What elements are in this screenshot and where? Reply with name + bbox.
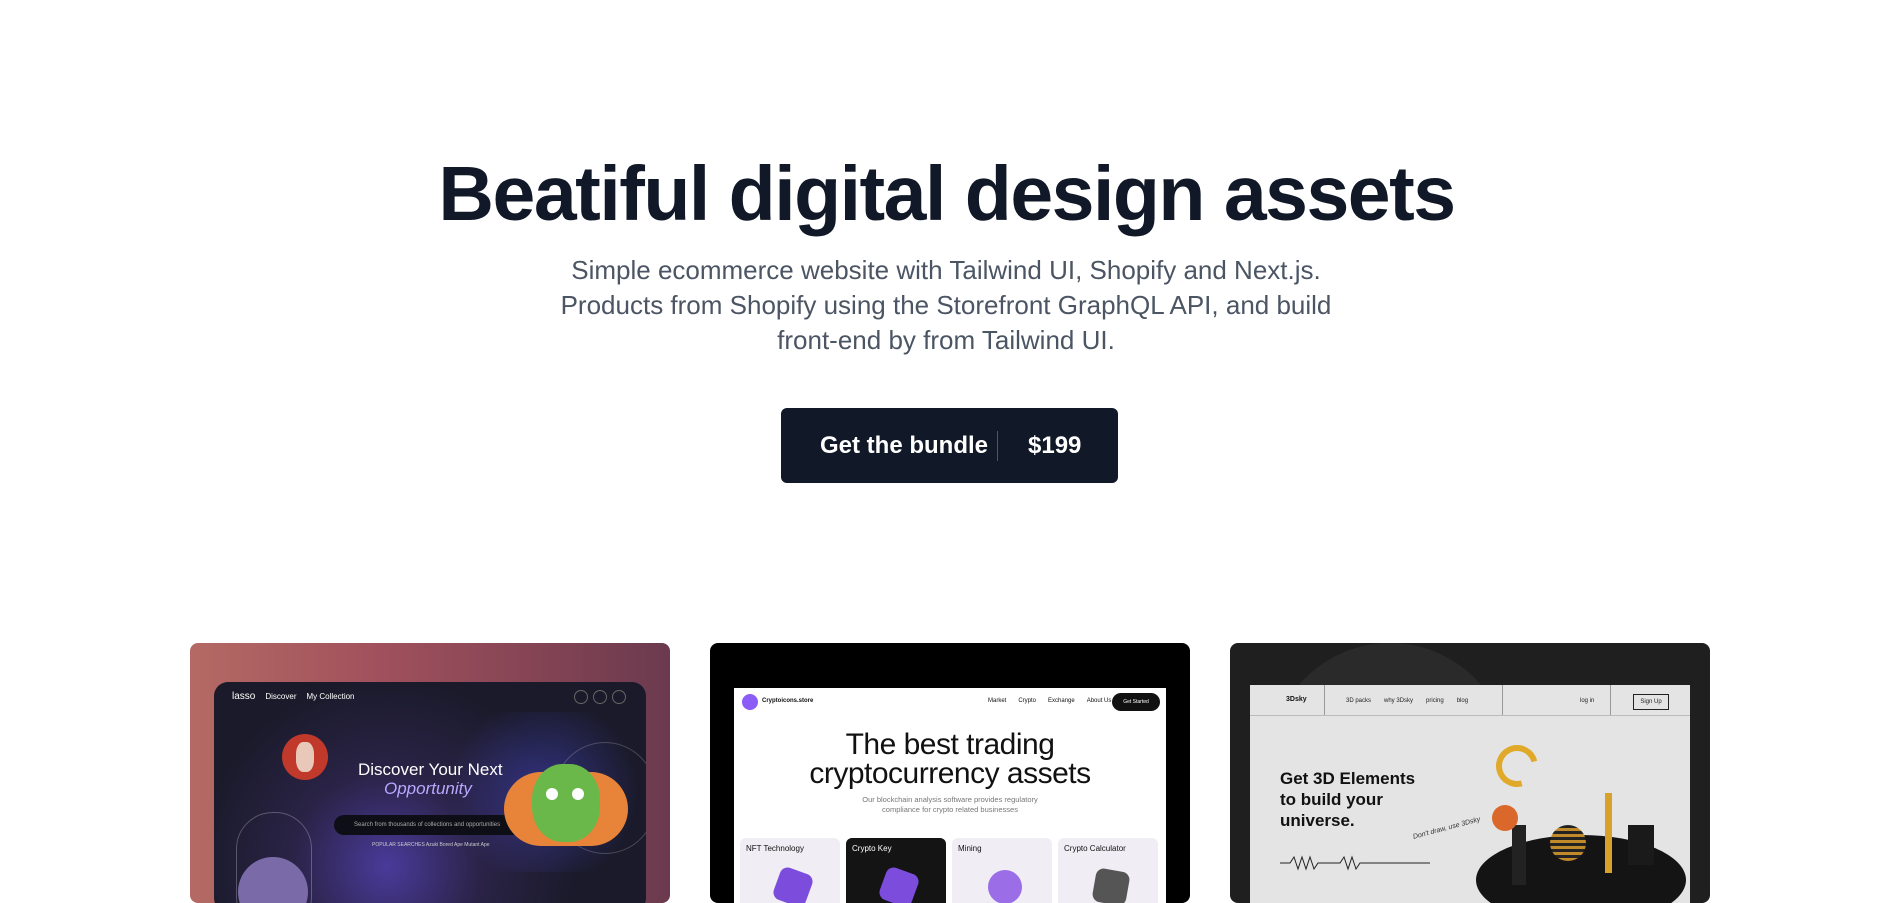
get-bundle-button[interactable]: Get the bundle $199 [781,408,1118,483]
key-icon [877,865,921,903]
nav-item: Market [988,698,1007,704]
nav-item: Discover [265,692,297,701]
hero-subtitle: Simple ecommerce website with Tailwind U… [546,253,1346,358]
header-divider [1502,685,1503,715]
preview-card-3dsky[interactable]: 3Dsky 3D packs why 3Dsky pricing blog lo… [1230,643,1710,903]
3d-column [1512,825,1526,885]
header-divider [1324,685,1325,715]
nav-item: My Collection [306,692,355,701]
tile-label: Mining [958,844,982,853]
cta-price: $199 [1028,431,1082,459]
tile-label: Crypto Calculator [1064,844,1126,853]
lasso-title: Discover Your Next [358,760,503,779]
headline-line: universe. [1280,811,1355,830]
lasso-logo: lasso [232,691,256,702]
crypto-cta: Get Started [1112,693,1160,711]
tile-label: NFT Technology [746,844,804,853]
crypto-tile: Mining [952,838,1052,903]
nav-item: Exchange [1048,698,1075,704]
crypto-tile: NFT Technology [740,838,840,903]
3dsky-login: log in [1580,698,1595,704]
lasso-nav-icons [574,690,626,704]
crypto-headline: The best trading cryptocurrency assets [734,730,1166,790]
avatar [282,734,328,780]
nft-icon [771,865,815,903]
settings-icon [612,690,626,704]
squiggle-decoration [1280,855,1430,871]
lasso-search: Search from thousands of collections and… [334,815,524,835]
user-icon [593,690,607,704]
crypto-screenshot: Cryptoicons.store Market Crypto Exchange… [734,688,1166,903]
lasso-title-accent: Opportunity [384,779,472,798]
bitcoin-icon [983,865,1027,903]
desc-line: compliance for crypto related businesses [882,805,1018,814]
tile-label: Crypto Key [852,844,892,853]
3d-arc [1488,737,1546,795]
lasso-tags: POPULAR SEARCHES Azuki Bored Ape Mutant … [372,842,490,848]
headline-line: Get 3D Elements [1280,769,1416,788]
crypto-tile: Crypto Key [846,838,946,903]
desc-line: Our blockchain analysis software provide… [862,795,1038,804]
3dsky-signup: Sign Up [1633,694,1669,710]
3dsky-brand: 3Dsky [1286,696,1307,703]
3d-sphere [1492,805,1518,831]
3d-striped-sphere [1550,825,1586,861]
subtitle-line-3: front-end by from Tailwind UI. [777,325,1115,355]
3d-pole [1605,793,1612,873]
preview-card-lasso[interactable]: lasso Discover My Collection Discover Yo… [190,643,670,903]
nav-item: Crypto [1018,698,1037,704]
character-illustration [532,764,600,842]
headline-line: to build your [1280,790,1383,809]
3d-block [1628,825,1654,865]
crypto-brand: Cryptoicons.store [762,698,814,704]
nav-item: About Us [1086,698,1112,704]
crypto-logo-icon [742,694,758,710]
3dsky-screenshot: 3Dsky 3D packs why 3Dsky pricing blog lo… [1250,685,1690,903]
lasso-screenshot: lasso Discover My Collection Discover Yo… [214,682,646,903]
nav-item: blog [1456,698,1469,704]
nav-item: why 3Dsky [1384,698,1414,704]
lasso-nav: lasso Discover My Collection [232,691,355,702]
calculator-icon [1091,867,1131,903]
3dsky-headline: Get 3D Elements to build your universe. [1280,768,1480,831]
nav-item: 3D packs [1346,698,1372,704]
subtitle-line-1: Simple ecommerce website with Tailwind U… [571,255,1321,285]
headline-line: cryptocurrency assets [809,757,1091,790]
subtitle-line-2: Products from Shopify using the Storefro… [560,290,1332,320]
3dsky-header [1250,685,1690,716]
page-title: Beatiful digital design assets [438,151,1456,237]
header-divider [1610,685,1611,715]
crypto-desc: Our blockchain analysis software provide… [734,795,1166,815]
preview-card-crypto[interactable]: Cryptoicons.store Market Crypto Exchange… [710,643,1190,903]
cta-label: Get the bundle [820,431,988,459]
crypto-tile: Crypto Calculator [1058,838,1158,903]
nav-item: pricing [1426,698,1444,704]
crypto-nav: Market Crypto Exchange About Us [988,698,1111,704]
3dsky-nav: 3D packs why 3Dsky pricing blog [1346,698,1468,704]
search-icon [574,690,588,704]
